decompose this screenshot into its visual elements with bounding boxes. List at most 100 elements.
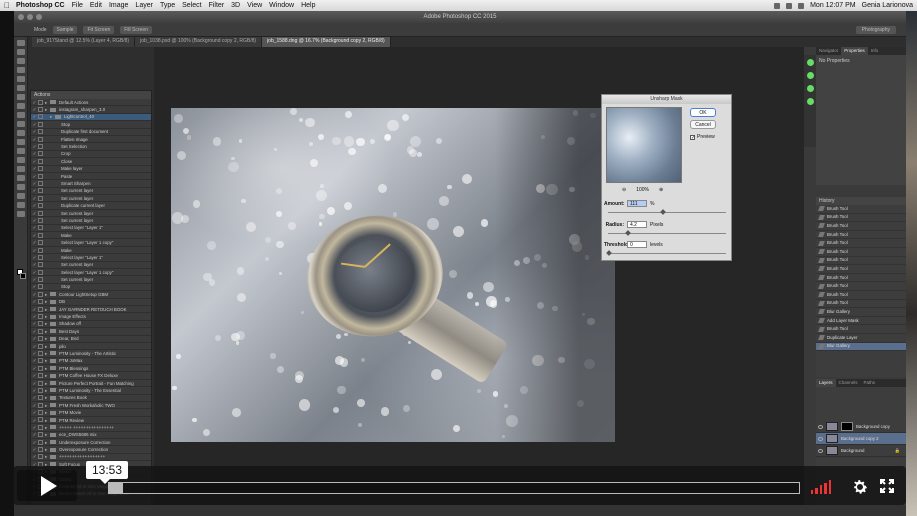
dialog-toggle-box[interactable] xyxy=(38,291,43,297)
action-toggle-checkbox[interactable]: ✓ xyxy=(31,365,38,371)
panel-icon[interactable] xyxy=(806,59,814,66)
action-toggle-checkbox[interactable]: ✓ xyxy=(31,328,38,334)
action-toggle-checkbox[interactable]: ✓ xyxy=(31,136,38,142)
color-swatches[interactable] xyxy=(17,269,26,279)
dialog-toggle-box[interactable] xyxy=(38,129,43,135)
action-toggle-checkbox[interactable]: ✓ xyxy=(31,299,38,305)
history-row[interactable]: Add Layer Mask xyxy=(816,317,906,326)
action-row[interactable]: ✓ ▸ PTM Luminosity - The Artistic xyxy=(31,350,151,358)
action-row[interactable]: ✓ ▸ Lightcontrol_40 xyxy=(31,113,151,122)
action-toggle-checkbox[interactable]: ✓ xyxy=(31,195,38,201)
action-toggle-checkbox[interactable]: ✓ xyxy=(31,424,38,430)
dialog-title[interactable]: Unsharp Mask xyxy=(602,95,731,104)
tab-navigator[interactable]: Navigator xyxy=(816,47,841,55)
action-row[interactable]: ✓ Smart Sharpen xyxy=(31,180,151,188)
panel-icon[interactable] xyxy=(806,98,814,105)
action-row[interactable]: ✓ ▸ Underexposure Correction xyxy=(31,439,151,447)
background-color-swatch[interactable] xyxy=(20,273,26,279)
tab-paths[interactable]: Paths xyxy=(861,379,879,387)
eye-icon[interactable] xyxy=(818,448,823,453)
zoom-out-icon[interactable]: ⊖ xyxy=(622,187,626,193)
eye-icon[interactable] xyxy=(818,424,823,429)
threshold-slider-thumb[interactable] xyxy=(606,250,612,256)
action-row[interactable]: ✓ Select layer "Layer 1 copy" xyxy=(31,239,151,247)
action-row[interactable]: ✓ Set current layer xyxy=(31,210,151,218)
dialog-toggle-box[interactable] xyxy=(38,136,43,142)
action-toggle-checkbox[interactable]: ✓ xyxy=(31,380,38,386)
doc-tab-active[interactable]: job_1588.dng @ 16.7% (Background copy 2,… xyxy=(262,37,391,47)
panel-icon[interactable] xyxy=(806,72,814,79)
dialog-toggle-box[interactable] xyxy=(38,432,43,438)
dialog-toggle-box[interactable] xyxy=(38,365,43,371)
action-toggle-checkbox[interactable]: ✓ xyxy=(31,129,38,135)
minimize-window-icon[interactable] xyxy=(27,14,33,20)
radius-input[interactable]: 4.2 xyxy=(627,221,647,228)
dialog-toggle-box[interactable] xyxy=(38,277,43,283)
dialog-toggle-box[interactable] xyxy=(38,166,43,172)
blur-tool-icon[interactable] xyxy=(16,148,25,154)
zoom-tool-icon[interactable] xyxy=(16,211,25,217)
action-row[interactable]: ✓ Duplicate first document xyxy=(31,129,151,136)
dialog-toggle-box[interactable] xyxy=(38,247,43,253)
action-toggle-checkbox[interactable]: ✓ xyxy=(31,343,38,349)
dialog-toggle-box[interactable] xyxy=(38,447,43,453)
eyedropper-tool-icon[interactable] xyxy=(16,85,25,91)
action-row[interactable]: ✓ ▸ PTM Blessings xyxy=(31,365,151,373)
action-toggle-checkbox[interactable]: ✓ xyxy=(31,350,38,356)
action-toggle-checkbox[interactable]: ✓ xyxy=(31,417,38,423)
action-row[interactable]: ✓ ▸ Default Actions xyxy=(31,99,151,107)
dodge-tool-icon[interactable] xyxy=(16,157,25,163)
action-toggle-checkbox[interactable]: ✓ xyxy=(31,188,38,194)
threshold-slider[interactable] xyxy=(608,253,726,254)
action-toggle-checkbox[interactable]: ✓ xyxy=(31,99,38,105)
action-toggle-checkbox[interactable]: ✓ xyxy=(31,313,38,319)
action-toggle-checkbox[interactable]: ✓ xyxy=(31,262,38,268)
action-toggle-checkbox[interactable]: ✓ xyxy=(31,232,38,238)
action-row[interactable]: ✓ Stop xyxy=(31,121,151,129)
menu-window[interactable]: Window xyxy=(269,2,294,9)
action-row[interactable]: ✓ Make xyxy=(31,232,151,240)
lasso-tool-icon[interactable] xyxy=(16,58,25,64)
progress-scrubber[interactable] xyxy=(108,482,800,494)
action-row[interactable]: ✓ ▸ PTM Review xyxy=(31,417,151,425)
volume-control[interactable] xyxy=(811,480,831,494)
play-button[interactable] xyxy=(17,470,77,501)
action-row[interactable]: ✓ Select layer "Layer 1" xyxy=(31,225,151,233)
dialog-toggle-box[interactable] xyxy=(38,299,43,305)
action-toggle-checkbox[interactable]: ✓ xyxy=(31,114,38,120)
layer-row[interactable]: Background 🔒 xyxy=(816,445,906,457)
action-toggle-checkbox[interactable]: ✓ xyxy=(31,446,38,452)
cancel-button[interactable]: Cancel xyxy=(690,120,716,129)
history-row[interactable]: Brush Tool xyxy=(816,222,906,231)
action-toggle-checkbox[interactable]: ✓ xyxy=(31,247,38,253)
layer-mask-thumbnail[interactable] xyxy=(841,422,853,431)
tab-info[interactable]: Info xyxy=(868,47,882,55)
dialog-toggle-box[interactable] xyxy=(38,173,43,179)
menu-3d[interactable]: 3D xyxy=(231,2,240,9)
dialog-toggle-box[interactable] xyxy=(38,203,43,209)
dialog-toggle-box[interactable] xyxy=(38,387,43,393)
dialog-toggle-box[interactable] xyxy=(38,424,43,430)
action-toggle-checkbox[interactable]: ✓ xyxy=(31,151,38,157)
dialog-toggle-box[interactable] xyxy=(38,262,43,268)
action-row[interactable]: ✓ ▸ PTM Coffee House FX Deluxe xyxy=(31,372,151,380)
layer-row[interactable]: Background copy xyxy=(816,421,906,433)
action-toggle-checkbox[interactable]: ✓ xyxy=(31,225,38,231)
preview-checkbox[interactable]: ✓ xyxy=(690,134,695,140)
amount-slider[interactable] xyxy=(608,212,726,213)
wifi-icon[interactable] xyxy=(786,2,793,9)
dialog-toggle-box[interactable] xyxy=(38,410,43,416)
dialog-toggle-box[interactable] xyxy=(38,417,43,423)
history-row[interactable]: Blur Gallery xyxy=(816,308,906,317)
action-toggle-checkbox[interactable]: ✓ xyxy=(31,202,38,208)
menu-file[interactable]: File xyxy=(72,2,83,9)
sample-button[interactable]: Sample xyxy=(52,25,78,34)
action-row[interactable]: ✓ ▸ Textures Book xyxy=(31,395,151,403)
workspace-switcher[interactable]: Photography xyxy=(855,25,896,34)
action-row[interactable]: ✓ ▸ Image Effects xyxy=(31,313,151,321)
menu-edit[interactable]: Edit xyxy=(90,2,102,9)
action-row[interactable]: ✓ ▸ PTM Movie xyxy=(31,409,151,417)
action-toggle-checkbox[interactable]: ✓ xyxy=(31,158,38,164)
action-toggle-checkbox[interactable]: ✓ xyxy=(31,402,38,408)
menu-help[interactable]: Help xyxy=(301,2,315,9)
